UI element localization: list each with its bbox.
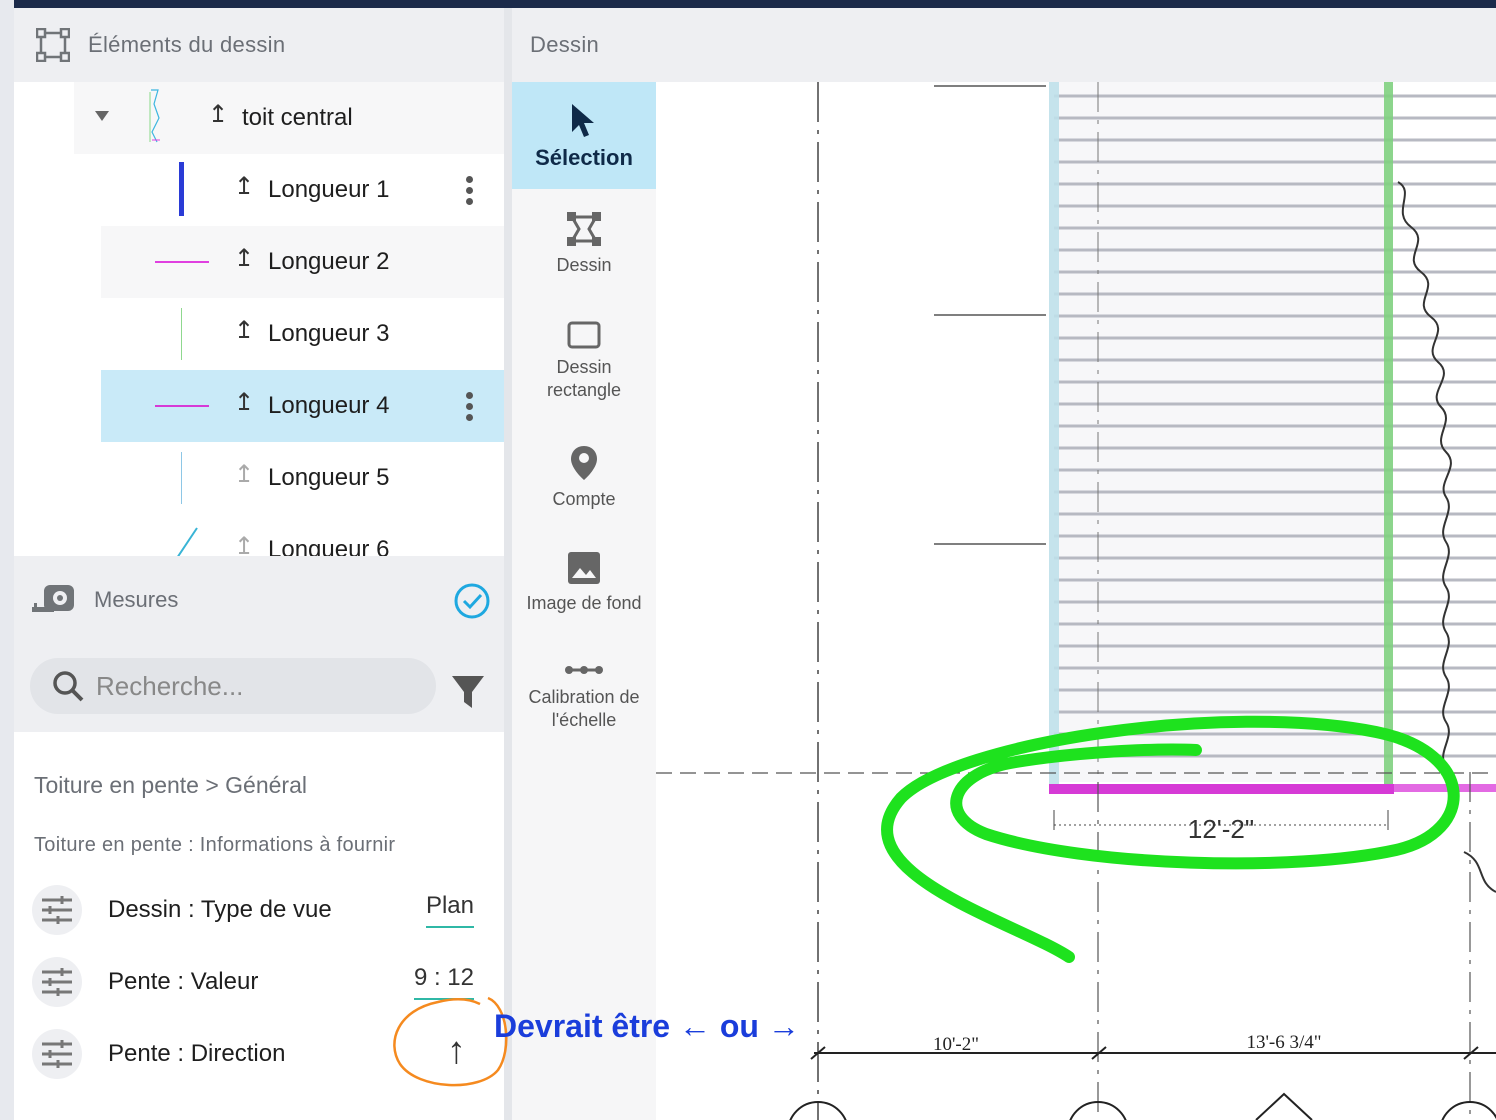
tree-item-label: toit central — [242, 104, 353, 131]
drawing-header: Dessin — [512, 8, 1496, 82]
tool-image-de-fond[interactable]: Image de fond — [512, 550, 656, 615]
group-preview-icon — [149, 89, 160, 143]
tree-item-label: Longueur 2 — [268, 248, 390, 275]
tree-item-longueur-1[interactable]: ↥ Longueur 1 — [101, 154, 504, 226]
property-row-view-type[interactable]: Dessin : Type de vue Plan — [32, 882, 492, 938]
tool-label: Sélection — [535, 145, 633, 170]
line-color-swatch — [181, 308, 182, 360]
slope-arrow-icon: ↥ — [234, 245, 255, 272]
search-input[interactable] — [96, 670, 416, 702]
tree-item-longueur-2[interactable]: ↥ Longueur 2 — [101, 226, 504, 298]
filter-icon[interactable] — [450, 674, 486, 710]
dimension-label-highlighted: 12'-2" — [1188, 814, 1254, 844]
tree-item-longueur-5[interactable]: ↥ Longueur 5 — [101, 442, 504, 514]
cursor-arrow-icon — [572, 104, 594, 137]
tree-item-label: Longueur 6 — [268, 536, 390, 556]
tree-item-longueur-4[interactable]: ↥ Longueur 4 — [101, 370, 504, 442]
select-frame-icon — [36, 28, 70, 62]
tree-item-longueur-6[interactable]: ↥ Longueur 6 — [101, 514, 504, 556]
annotation-text: Devrait être ← ou → — [494, 1008, 800, 1044]
slope-arrow-icon: ↥ — [234, 317, 255, 344]
tree-item-longueur-3[interactable]: ↥ Longueur 3 — [101, 298, 504, 370]
tree-item-label: Longueur 3 — [268, 320, 390, 347]
tool-label: Dessin — [556, 255, 612, 275]
tool-label: Image de fond — [526, 593, 642, 613]
property-label: Dessin : Type de vue — [108, 896, 332, 923]
tree-item-label: Longueur 5 — [268, 464, 390, 491]
drawing-title: Dessin — [530, 32, 600, 57]
tool-label-line-2: l'échelle — [551, 710, 617, 730]
line-color-swatch — [179, 162, 184, 216]
rectangle-icon — [567, 321, 601, 349]
line-color-swatch — [155, 261, 209, 263]
more-options-icon[interactable] — [466, 176, 474, 206]
line-color-swatch — [181, 452, 182, 504]
tree-item-label: Longueur 4 — [268, 392, 390, 419]
collapse-caret-icon[interactable] — [94, 110, 110, 122]
edge-line-green[interactable] — [1384, 82, 1393, 792]
tree-group-toit-central[interactable]: ↥ toit central — [74, 82, 504, 154]
property-value[interactable]: Plan — [425, 892, 474, 928]
scale-calibration-icon — [565, 666, 603, 674]
blueprint-drawing[interactable]: 12'-2" 10'-2" 13'-6 3/4" — [656, 82, 1496, 1120]
search-box[interactable] — [30, 658, 436, 714]
check-circle-icon[interactable] — [454, 583, 490, 619]
background-edge — [0, 0, 14, 1120]
slope-arrow-icon: ↥ — [234, 389, 255, 416]
search-area — [14, 644, 504, 732]
slope-arrow-icon: ↥ — [234, 533, 255, 556]
more-options-icon[interactable] — [466, 392, 474, 422]
roof-slats — [1054, 82, 1496, 1120]
drawing-canvas[interactable]: 12'-2" 10'-2" 13'-6 3/4" — [656, 82, 1496, 1120]
tape-measure-icon — [32, 585, 74, 612]
panel-divider[interactable] — [504, 8, 512, 1120]
search-icon — [53, 671, 84, 702]
tool-label-line-1: Dessin — [556, 357, 612, 377]
map-pin-icon — [571, 446, 597, 480]
line-color-swatch — [155, 405, 209, 407]
draw-shape-icon — [567, 212, 601, 246]
measured-line-magenta[interactable] — [1049, 784, 1394, 794]
sliders-icon — [32, 1029, 82, 1079]
drawing-elements-panel: Éléments du dessin ↥ toit central ↥ Long… — [14, 8, 504, 1120]
tool-compte[interactable]: Compte — [512, 444, 656, 511]
slope-arrow-icon: ↥ — [234, 173, 255, 200]
tool-calibration[interactable]: Calibration de l'échelle — [512, 660, 656, 732]
tree-item-label: Longueur 1 — [268, 176, 390, 203]
tool-label-line-1: Calibration de — [528, 687, 640, 707]
dimension-label-right: 13'-6 3/4" — [1246, 1032, 1321, 1053]
tool-dessin-rectangle[interactable]: Dessin rectangle — [512, 320, 656, 402]
breadcrumb: Toiture en pente > Général — [34, 772, 307, 798]
dimension-label-left: 10'-2" — [933, 1034, 979, 1055]
tool-label-line-2: rectangle — [546, 380, 622, 400]
measures-header: Mesures — [14, 556, 504, 644]
tool-dessin[interactable]: Dessin — [512, 210, 656, 277]
panel-title: Éléments du dessin — [88, 32, 286, 57]
sliders-icon — [32, 957, 82, 1007]
line-color-swatch — [177, 527, 198, 556]
edge-line-blue[interactable] — [1049, 82, 1059, 792]
tool-palette: Sélection Dessin Dessin rectangle Compte… — [512, 82, 656, 1120]
section-subtitle: Toiture en pente : Informations à fourni… — [34, 834, 396, 856]
image-icon — [568, 552, 600, 584]
elements-tree: ↥ toit central ↥ Longueur 1 ↥ Longueur 2… — [14, 82, 504, 556]
tool-label: Compte — [552, 489, 616, 509]
background-strip — [0, 0, 1496, 8]
slope-arrow-icon: ↥ — [234, 461, 255, 488]
measures-title: Mesures — [94, 587, 179, 612]
tool-selection[interactable]: Sélection — [512, 82, 656, 189]
property-label: Pente : Valeur — [108, 968, 259, 995]
elements-panel-header: Éléments du dessin — [14, 8, 504, 82]
sliders-icon — [32, 885, 82, 935]
property-label: Pente : Direction — [108, 1040, 286, 1067]
slope-arrow-icon: ↥ — [208, 101, 229, 128]
